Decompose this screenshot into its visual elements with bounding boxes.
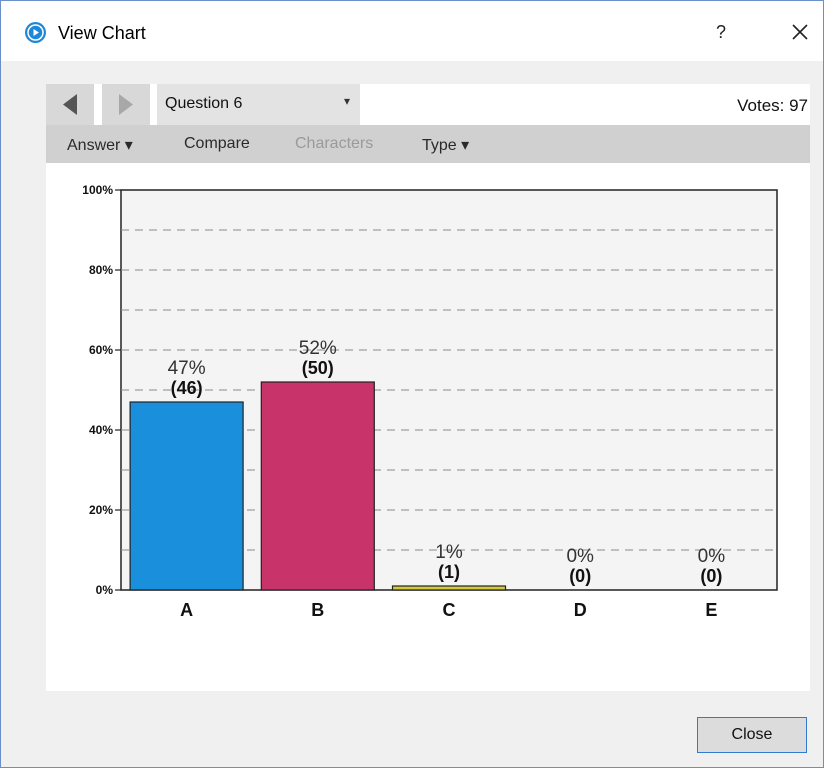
x-tick-label: B [311, 600, 324, 620]
percent-label: 47% [168, 358, 206, 379]
window-title: View Chart [58, 23, 146, 43]
bar-c [391, 585, 507, 591]
question-select[interactable]: Question 6 ▾ [157, 84, 360, 125]
close-icon[interactable] [789, 20, 811, 44]
triangle-right-icon [119, 94, 133, 115]
chevron-down-icon: ▾ [343, 94, 350, 108]
question-select-value: Question 6 [165, 95, 243, 112]
count-label: (0) [569, 566, 591, 586]
previous-question-button[interactable] [46, 84, 94, 125]
count-label: (50) [302, 358, 334, 378]
percent-label: 1% [435, 542, 463, 563]
help-button[interactable]: ? [711, 19, 731, 45]
count-label: (0) [700, 566, 722, 586]
close-button[interactable]: Close [697, 717, 807, 753]
y-tick-label: 40% [89, 423, 113, 437]
next-question-button[interactable] [102, 84, 150, 125]
bar-chart: 47%(46)52%(50)1%(1)0%(0)0%(0) 0%20%40%60… [82, 183, 778, 620]
votes-count: Votes: 97 [737, 96, 808, 115]
answer-menu[interactable]: Answer ▾ [67, 135, 133, 155]
y-tick-label: 20% [89, 503, 113, 517]
x-tick-label: D [574, 600, 587, 620]
view-chart-window: View Chart ? Question 6 ▾ Votes: 97 Answ… [0, 0, 824, 768]
chart-menu-bar: Answer ▾ Compare Characters Type ▾ [46, 125, 810, 163]
percent-label: 0% [566, 546, 594, 567]
percent-label: 52% [299, 338, 337, 359]
chart-panel: Question 6 ▾ Votes: 97 Answer ▾ Compare … [46, 84, 810, 691]
y-tick-label: 0% [96, 583, 114, 597]
bar-a [129, 401, 244, 591]
type-menu[interactable]: Type ▾ [422, 135, 469, 155]
count-label: (1) [438, 562, 460, 582]
triangle-left-icon [63, 94, 77, 115]
count-label: (46) [171, 378, 203, 398]
question-toolbar: Question 6 ▾ Votes: 97 [46, 84, 810, 125]
characters-menu[interactable]: Characters [295, 135, 373, 153]
play-circle-icon [25, 22, 46, 43]
bar-b [260, 381, 375, 591]
x-tick-label: C [443, 600, 456, 620]
y-tick-label: 80% [89, 263, 113, 277]
title-bar: View Chart ? [1, 1, 823, 61]
y-tick-label: 60% [89, 343, 113, 357]
percent-label: 0% [698, 546, 726, 567]
y-tick-label: 100% [82, 183, 113, 197]
x-tick-label: E [705, 600, 717, 620]
x-tick-label: A [180, 600, 193, 620]
compare-menu[interactable]: Compare [184, 135, 250, 153]
